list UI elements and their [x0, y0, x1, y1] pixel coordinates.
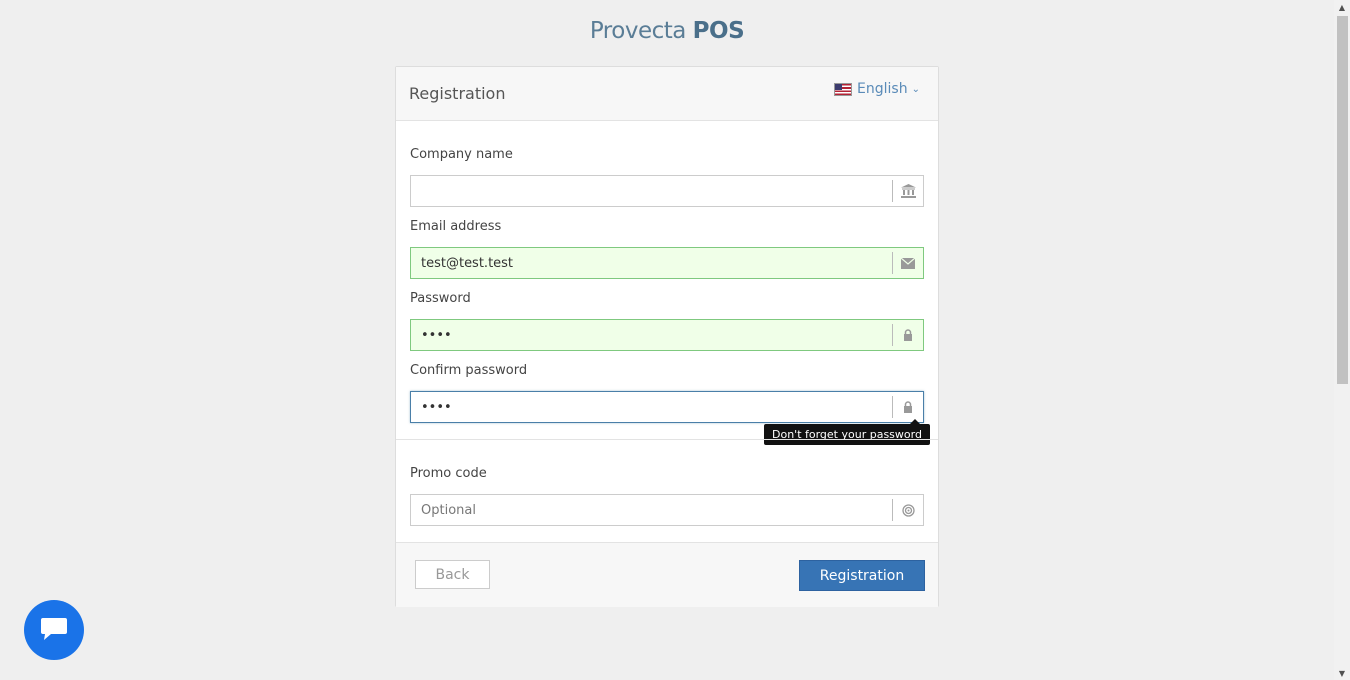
- promo-code-label: Promo code: [410, 466, 487, 481]
- promo-code-wrapper: [410, 494, 924, 526]
- password-wrapper: [410, 319, 924, 351]
- lock-icon: [892, 396, 923, 418]
- lock-icon: [892, 324, 923, 346]
- email-label: Email address: [410, 219, 502, 234]
- chevron-down-icon: ⌄: [911, 83, 920, 95]
- confirm-password-label: Confirm password: [410, 363, 528, 378]
- password-label: Password: [410, 291, 471, 306]
- scrollbar-thumb[interactable]: [1337, 16, 1348, 384]
- language-selector[interactable]: English ⌄: [834, 81, 920, 97]
- scroll-up-arrow-icon[interactable]: ▲: [1334, 0, 1350, 14]
- promo-code-input[interactable]: [411, 495, 892, 525]
- panel-footer: Back Registration: [396, 542, 938, 607]
- brand-logo: Provecta POS: [0, 18, 1334, 44]
- email-input[interactable]: [411, 248, 892, 278]
- email-wrapper: [410, 247, 924, 279]
- chat-widget-button[interactable]: [24, 600, 84, 660]
- section-divider: [396, 439, 938, 440]
- password-group: Password: [410, 291, 924, 351]
- language-label: English: [857, 81, 908, 97]
- confirm-password-wrapper: [410, 391, 924, 423]
- password-input[interactable]: [411, 320, 892, 350]
- confirm-password-group: Confirm password: [410, 363, 924, 423]
- bank-icon: [892, 180, 923, 202]
- panel-header: Registration English ⌄: [396, 67, 938, 121]
- registration-panel: Registration English ⌄ Company name Emai…: [395, 66, 939, 607]
- chat-icon: [41, 618, 67, 640]
- us-flag-icon: [834, 82, 853, 96]
- envelope-icon: [892, 252, 923, 274]
- company-name-input[interactable]: [411, 176, 892, 206]
- brand-name-light: Provecta: [589, 18, 687, 44]
- confirm-password-input[interactable]: [411, 392, 892, 422]
- brand-name-bold: POS: [692, 18, 745, 44]
- panel-title: Registration: [409, 84, 506, 103]
- company-name-wrapper: [410, 175, 924, 207]
- target-icon: [892, 499, 923, 521]
- password-tooltip: Don't forget your password: [764, 419, 930, 445]
- email-group: Email address: [410, 219, 924, 279]
- scroll-down-arrow-icon[interactable]: ▼: [1334, 666, 1350, 680]
- company-name-label: Company name: [410, 147, 513, 162]
- company-name-group: Company name: [410, 147, 924, 207]
- back-button[interactable]: Back: [415, 560, 490, 589]
- page-scrollbar[interactable]: ▲ ▼: [1334, 0, 1350, 680]
- promo-code-group: Promo code: [410, 466, 924, 526]
- registration-button[interactable]: Registration: [799, 560, 925, 591]
